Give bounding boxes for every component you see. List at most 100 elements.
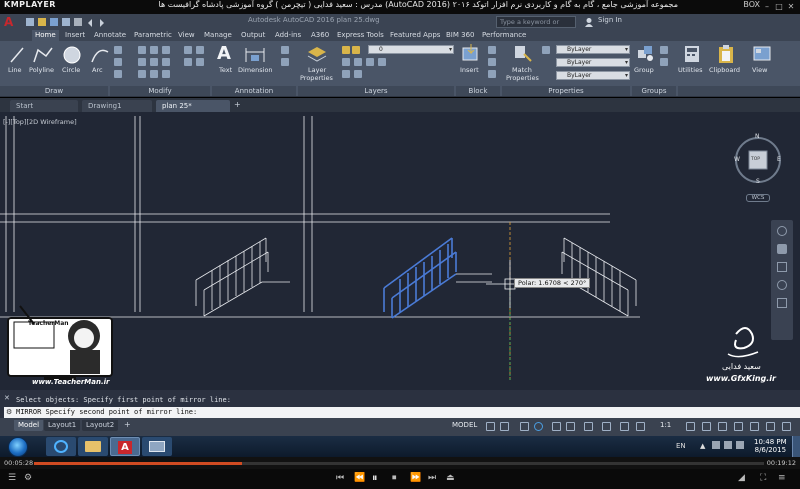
color-dropdown[interactable]: ByLayer xyxy=(556,45,630,54)
tab-bim-360[interactable]: BIM 360 xyxy=(443,30,478,41)
group-icon[interactable] xyxy=(636,44,656,64)
command-close-icon[interactable]: ✕ xyxy=(4,394,10,402)
layout-tab-layout1[interactable]: Layout1 xyxy=(44,420,81,431)
volume-icon[interactable] xyxy=(736,441,744,449)
search-input[interactable]: Type a keyword or phrase xyxy=(496,16,576,36)
offset-icon[interactable] xyxy=(184,58,192,66)
view-button[interactable]: View xyxy=(752,66,767,74)
rewind-icon[interactable]: ⏪ xyxy=(354,473,365,483)
quick-properties-icon[interactable] xyxy=(734,422,743,431)
match-properties-label-2[interactable]: Properties xyxy=(506,74,539,82)
layer-properties-label-1[interactable]: Layer xyxy=(308,66,326,74)
insert-button[interactable]: Insert xyxy=(460,66,479,74)
tab-featured-apps[interactable]: Featured Apps xyxy=(387,30,443,41)
polyline-button[interactable]: Polyline xyxy=(29,66,54,74)
settings-icon[interactable]: ⚙ xyxy=(24,473,32,483)
model-space-button[interactable]: MODEL xyxy=(452,421,477,429)
dimension-icon[interactable] xyxy=(244,46,266,64)
erase-icon[interactable] xyxy=(184,46,192,54)
object-snap-tracking-icon[interactable] xyxy=(566,422,575,431)
previous-icon[interactable]: ⏮ xyxy=(336,473,344,483)
viewcube-south[interactable]: S xyxy=(756,178,760,185)
group-edit-icon[interactable] xyxy=(660,58,668,66)
leader-icon[interactable] xyxy=(281,46,289,54)
mirror-icon[interactable] xyxy=(150,58,158,66)
network-icon[interactable] xyxy=(724,441,732,449)
group-groups-label[interactable]: Groups xyxy=(632,86,676,96)
tray-up-arrow-icon[interactable]: ▲ xyxy=(700,442,705,450)
circle-button[interactable]: Circle xyxy=(62,66,80,74)
viewcube-east[interactable]: E xyxy=(777,156,781,163)
new-tab-icon[interactable]: + xyxy=(234,100,241,109)
tab-output[interactable]: Output xyxy=(238,30,268,41)
match-properties-icon[interactable] xyxy=(512,44,534,64)
edit-attributes-icon[interactable] xyxy=(488,70,496,78)
layer-properties-label-2[interactable]: Properties xyxy=(300,74,333,82)
clipboard-button[interactable]: Clipboard xyxy=(709,66,740,74)
group-draw-label[interactable]: Draw xyxy=(0,86,108,96)
command-customize-icon[interactable]: ⚙ xyxy=(6,407,12,418)
layer-off-icon[interactable] xyxy=(378,58,386,66)
line-button[interactable]: Line xyxy=(8,66,22,74)
layer-properties-icon[interactable] xyxy=(306,44,328,64)
stretch-icon[interactable] xyxy=(138,70,146,78)
linetype-dropdown[interactable]: ByLayer xyxy=(556,58,630,67)
layer-freeze-icon[interactable] xyxy=(366,58,374,66)
auto-scale-icon[interactable] xyxy=(636,422,645,431)
group-modify-label[interactable]: Modify xyxy=(110,86,210,96)
annotation-scale[interactable]: 1:1 xyxy=(660,421,671,429)
isodraft-icon[interactable] xyxy=(552,422,561,431)
text-icon[interactable]: A xyxy=(217,45,235,63)
match-properties-label-1[interactable]: Match xyxy=(512,66,532,74)
rectangle-icon[interactable] xyxy=(114,46,122,54)
rotate-icon[interactable] xyxy=(150,46,158,54)
utilities-icon[interactable] xyxy=(682,44,702,64)
group-annotation-label[interactable]: Annotation xyxy=(212,86,296,96)
ungroup-icon[interactable] xyxy=(660,46,668,54)
layer-dropdown[interactable]: 0 xyxy=(368,45,454,54)
text-button[interactable]: Text xyxy=(219,66,232,74)
clean-screen-icon[interactable] xyxy=(766,422,775,431)
start-button[interactable] xyxy=(8,437,28,457)
snap-icon[interactable] xyxy=(500,422,509,431)
doc-tab-drawing1[interactable]: Drawing1 xyxy=(82,100,152,112)
volume-slider-icon[interactable]: ◢ xyxy=(738,473,745,483)
utilities-button[interactable]: Utilities xyxy=(678,66,702,74)
show-desktop-button[interactable] xyxy=(792,436,800,457)
layout-tab-model[interactable]: Model xyxy=(14,420,44,431)
tab-express-tools[interactable]: Express Tools xyxy=(334,30,387,41)
view-icon[interactable] xyxy=(752,44,772,64)
lineweight-icon[interactable] xyxy=(602,422,611,431)
tab-view[interactable]: View xyxy=(175,30,198,41)
tab-home[interactable]: Home xyxy=(32,30,59,41)
doc-tab-start[interactable]: Start xyxy=(10,100,78,112)
command-input-text[interactable]: MIRROR Specify second point of mirror li… xyxy=(16,407,197,418)
region-icon[interactable] xyxy=(114,70,122,78)
zoom-icon[interactable] xyxy=(777,262,787,272)
group-button[interactable]: Group xyxy=(634,66,654,74)
lineweight-dropdown[interactable]: ByLayer xyxy=(556,71,630,80)
layout-tab-layout2[interactable]: Layout2 xyxy=(82,420,119,431)
equalizer-icon[interactable]: ≡ xyxy=(778,473,786,483)
viewcube-north[interactable]: N xyxy=(755,133,760,140)
tab-parametric[interactable]: Parametric xyxy=(131,30,175,41)
scale-icon[interactable] xyxy=(150,70,158,78)
wcs-menu[interactable]: WCS xyxy=(746,194,770,202)
tab-add-ins[interactable]: Add-ins xyxy=(272,30,304,41)
fullscreen-icon[interactable]: ⛶ xyxy=(760,473,766,483)
playlist-icon[interactable]: ☰ xyxy=(8,473,16,483)
grid-icon[interactable] xyxy=(486,422,495,431)
hatch-icon[interactable] xyxy=(114,58,122,66)
insert-block-icon[interactable] xyxy=(460,44,482,64)
move-icon[interactable] xyxy=(138,46,146,54)
file-explorer-icon[interactable] xyxy=(78,437,108,456)
autocad-app-menu-icon[interactable]: A xyxy=(4,15,20,29)
clipboard-icon[interactable] xyxy=(716,44,736,64)
forward-icon[interactable]: ⏩ xyxy=(410,473,421,483)
object-snap-icon[interactable] xyxy=(584,422,593,431)
tab-manage[interactable]: Manage xyxy=(201,30,235,41)
viewcube-top-face[interactable]: TOP xyxy=(751,157,760,162)
table-icon[interactable] xyxy=(281,58,289,66)
explode-icon[interactable] xyxy=(196,46,204,54)
group-layers-label[interactable]: Layers xyxy=(298,86,454,96)
